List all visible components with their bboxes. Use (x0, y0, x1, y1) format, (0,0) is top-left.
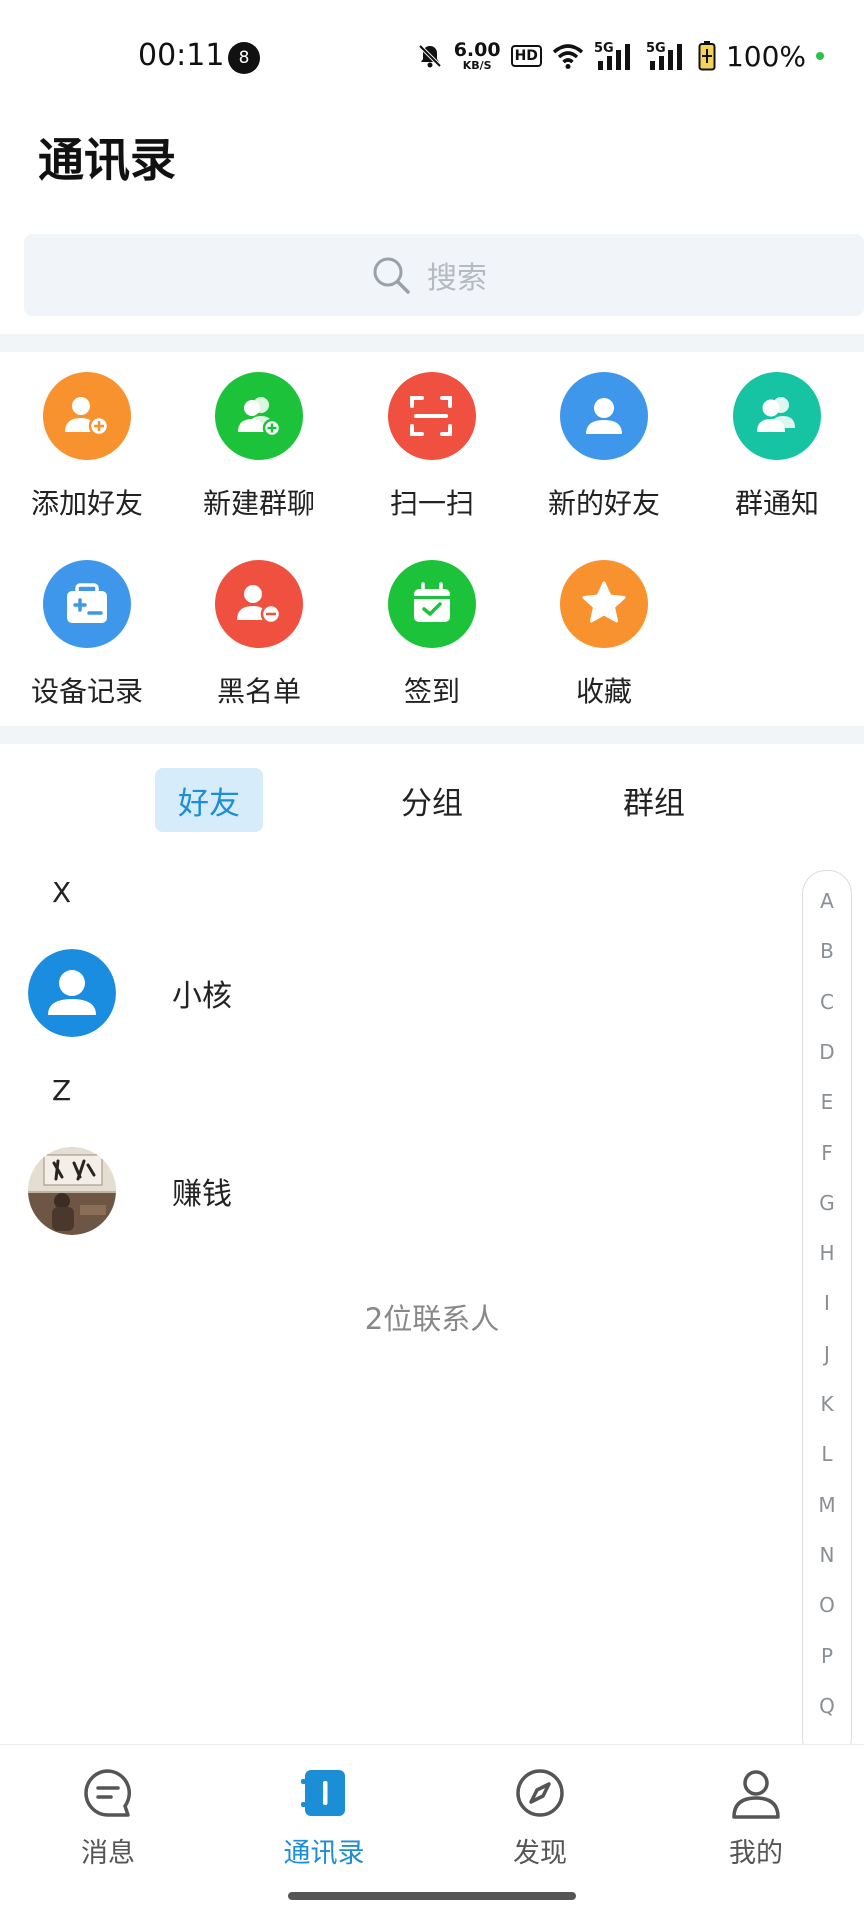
index-letter[interactable]: L (803, 1442, 851, 1466)
home-indicator[interactable] (288, 1892, 576, 1900)
index-letter[interactable]: G (803, 1191, 851, 1215)
contact-count: 2位联系人 (364, 1302, 500, 1336)
tab-friends[interactable]: 好友 (155, 768, 263, 832)
action-add-friend[interactable]: 添加好友 (2, 372, 172, 522)
search-placeholder: 搜索 (427, 261, 487, 296)
contacts-book-icon (301, 1770, 345, 1816)
contact-name: 小核 (172, 979, 232, 1014)
index-letter[interactable]: P (803, 1644, 851, 1668)
index-letter[interactable]: F (803, 1141, 851, 1165)
signal-5g-icon-1: 5G (594, 41, 636, 71)
action-favorites-label: 收藏 (575, 675, 632, 708)
action-favorites[interactable]: 收藏 (519, 560, 689, 710)
tab-groups[interactable]: 分组 (378, 768, 486, 832)
alphabet-index[interactable]: A B C D E F G H I J K L M N O P Q (802, 870, 852, 1762)
battery-percent: 100% (725, 39, 806, 73)
status-icons: 6.00 KB/S HD 5G 5G 100% (416, 36, 824, 76)
photo-avatar (28, 1147, 116, 1235)
compass-icon (516, 1769, 564, 1817)
message-icon (84, 1769, 131, 1817)
network-speed: 6.00 KB/S (453, 39, 501, 72)
action-scan[interactable]: 扫一扫 (347, 372, 517, 522)
signal-5g-icon-2: 5G (646, 41, 688, 71)
battery-icon (698, 41, 716, 71)
action-blacklist[interactable]: 黑名单 (174, 560, 344, 710)
nav-discover-label: 发现 (513, 1838, 567, 1869)
index-letter[interactable]: Q (803, 1694, 851, 1718)
contact-name: 赚钱 (172, 1177, 232, 1212)
action-new-friend-label: 新的好友 (547, 487, 660, 520)
action-group-notice[interactable]: 群通知 (692, 372, 862, 522)
nav-discover[interactable]: 发现 (470, 1765, 610, 1870)
action-check-in[interactable]: 签到 (347, 560, 517, 710)
user-profile-icon (732, 1770, 780, 1819)
contact-row[interactable]: 赚钱 (28, 1146, 628, 1236)
search-icon (373, 257, 410, 294)
add-friend-icon (43, 372, 131, 460)
favorites-icon (560, 560, 648, 648)
nav-me[interactable]: 我的 (686, 1765, 826, 1870)
index-letter[interactable]: E (803, 1090, 851, 1114)
contact-tabs: 好友 分组 群组 (0, 768, 864, 838)
section-divider (0, 334, 864, 352)
nav-contacts[interactable]: 通讯录 (254, 1765, 394, 1870)
action-blacklist-label: 黑名单 (216, 675, 301, 708)
index-letter[interactable]: B (803, 939, 851, 963)
device-record-icon (43, 560, 131, 648)
action-new-friend[interactable]: 新的好友 (519, 372, 689, 522)
action-new-group-chat-label: 新建群聊 (202, 487, 315, 520)
index-letter[interactable]: D (803, 1040, 851, 1064)
action-group-notice-label: 群通知 (734, 487, 819, 520)
index-letter[interactable]: O (803, 1593, 851, 1617)
index-letter[interactable]: N (803, 1543, 851, 1567)
check-in-icon (388, 560, 476, 648)
section-divider (0, 726, 864, 744)
group-notice-icon (733, 372, 821, 460)
blacklist-icon (215, 560, 303, 648)
section-letter-x: X (52, 876, 72, 909)
status-bar: 00:11 8 6.00 KB/S HD 5G 5G 100% (0, 0, 864, 116)
privacy-indicator-dot (816, 52, 824, 60)
contact-row[interactable]: 小核 (28, 948, 628, 1038)
nav-messages[interactable]: 消息 (38, 1765, 178, 1870)
nav-messages-label: 消息 (81, 1838, 135, 1869)
action-scan-label: 扫一扫 (389, 487, 474, 520)
section-letter-z: Z (52, 1074, 72, 1107)
hd-voice-badge: HD (510, 45, 542, 67)
index-letter[interactable]: I (803, 1291, 851, 1315)
index-letter[interactable]: K (803, 1392, 851, 1416)
action-device-record[interactable]: 设备记录 (2, 560, 172, 710)
status-time: 00:11 (138, 38, 225, 73)
nav-contacts-label: 通讯录 (283, 1838, 365, 1869)
index-letter[interactable]: A (803, 889, 851, 913)
tab-group-chats[interactable]: 群组 (600, 768, 708, 832)
new-group-chat-icon (215, 372, 303, 460)
mute-bell-icon (418, 44, 442, 68)
index-letter[interactable]: H (803, 1241, 851, 1265)
action-new-group-chat[interactable]: 新建群聊 (174, 372, 344, 522)
index-letter[interactable]: C (803, 990, 851, 1014)
wifi-icon (552, 44, 584, 69)
action-add-friend-label: 添加好友 (30, 487, 143, 520)
notification-count-badge: 8 (228, 42, 260, 74)
default-user-avatar (28, 949, 116, 1037)
index-letter[interactable]: J (803, 1342, 851, 1366)
action-device-record-label: 设备记录 (30, 675, 143, 708)
nav-me-label: 我的 (729, 1838, 783, 1869)
action-check-in-label: 签到 (403, 675, 460, 708)
index-letter[interactable]: M (803, 1493, 851, 1517)
scan-icon (388, 372, 476, 460)
search-input[interactable]: 搜索 (24, 234, 864, 316)
page-title: 通讯录 (38, 133, 176, 187)
new-friend-icon (560, 372, 648, 460)
